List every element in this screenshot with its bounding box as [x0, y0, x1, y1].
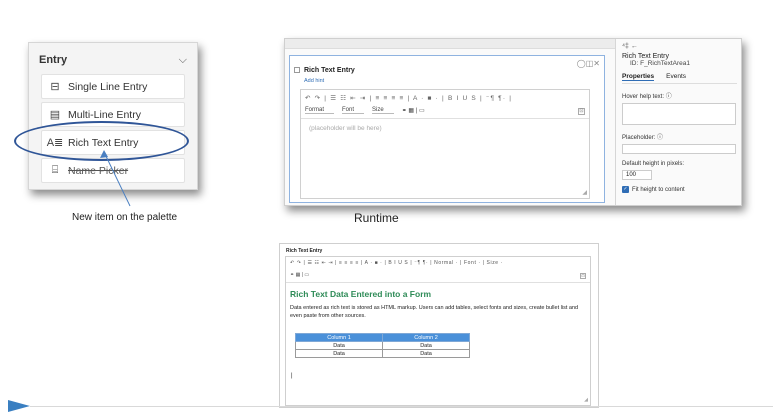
- add-hint-link[interactable]: Add hint: [304, 78, 324, 84]
- table-header-cell: Column 1: [295, 333, 383, 342]
- palette-caption: New item on the palette: [72, 212, 178, 223]
- placeholder-input[interactable]: [622, 144, 736, 154]
- resize-grip-icon[interactable]: ◢: [582, 189, 587, 196]
- table-cell: Data: [382, 349, 470, 358]
- placeholder-label: Placeholder: ⓘ: [622, 135, 664, 141]
- slide-triangle-icon: [8, 400, 30, 412]
- back-icon[interactable]: ⁴‡ ←: [622, 43, 737, 50]
- fit-height-option[interactable]: ✓ Fit height to content: [622, 186, 737, 193]
- slide-footer-line: [30, 406, 773, 407]
- rich-text-design-control[interactable]: ◯◫✕ Rich Text Entry Add hint ↶ ↷ | ☰ ☷ ⇤…: [289, 55, 605, 203]
- size-dropdown[interactable]: Size: [372, 107, 394, 114]
- text-cursor: |: [291, 373, 293, 379]
- runtime-toolbar-row2[interactable]: ⚭ ▦ | ▭: [290, 272, 309, 278]
- palette-item-name-picker[interactable]: ⌸ Name Picker: [41, 158, 185, 183]
- font-dropdown[interactable]: Font: [342, 107, 365, 114]
- expand-icon[interactable]: ⊡: [580, 273, 586, 279]
- designer-window: ◯◫✕ Rich Text Entry Add hint ↶ ↷ | ☰ ☷ ⇤…: [284, 38, 742, 206]
- properties-tabs: Properties Events: [622, 73, 737, 84]
- properties-title: Rich Text Entry: [622, 53, 669, 60]
- resize-grip-icon[interactable]: ◢: [584, 397, 588, 403]
- palette-item-single-line-entry[interactable]: ⊟ Single Line Entry: [41, 74, 185, 99]
- palette-item-label: Name Picker: [68, 164, 129, 177]
- expand-icon[interactable]: ⊡: [578, 108, 585, 115]
- multi-line-entry-icon: ▤: [49, 109, 61, 121]
- canvas-ruler: [285, 39, 615, 49]
- table-row: Data Data: [295, 341, 470, 350]
- editor-toolbar-row2: Format Font Size ⚭ ▦ | ▭: [305, 107, 425, 114]
- properties-id: ID: F_RichTextArea1: [630, 60, 690, 67]
- runtime-label: Runtime: [354, 211, 399, 225]
- default-height-input[interactable]: 100: [622, 170, 652, 180]
- runtime-rich-text-editor[interactable]: ↶ ↷ | ☰ ☷ ⇤ ⇥ | ≡ ≡ ≡ ≡ | A · ■ · | B I …: [285, 256, 591, 406]
- fit-height-label: Fit height to content: [632, 186, 685, 193]
- link-table-image-icons[interactable]: ⚭ ▦ | ▭: [402, 107, 425, 114]
- runtime-toolbar-icons[interactable]: ↶ ↷ | ☰ ☷ ⇤ ⇥ | ≡ ≡ ≡ ≡ | A · ■ · | B I …: [290, 260, 503, 266]
- control-select-checkbox[interactable]: [294, 67, 300, 73]
- editor-toolbar-icons[interactable]: ↶ ↷ | ☰ ☷ ⇤ ⇥ | ≡ ≡ ≡ ≡ | A · ■ · | B I …: [305, 94, 512, 102]
- hover-help-textarea[interactable]: [622, 103, 736, 125]
- tab-events[interactable]: Events: [666, 73, 686, 81]
- entry-palette: Entry ⌵ ⊟ Single Line Entry ▤ Multi-Line…: [28, 42, 198, 190]
- table-header-cell: Column 2: [382, 333, 470, 342]
- table-header-row: Column 1 Column 2: [295, 333, 470, 342]
- design-field-label: Rich Text Entry: [304, 67, 355, 74]
- runtime-window: Rich Text Entry ↶ ↷ | ☰ ☷ ⇤ ⇥ | ≡ ≡ ≡ ≡ …: [279, 243, 599, 408]
- tab-properties[interactable]: Properties: [622, 73, 655, 81]
- single-line-entry-icon: ⊟: [50, 81, 60, 93]
- palette-title: Entry: [39, 54, 68, 66]
- checkbox-checked-icon[interactable]: ✓: [622, 186, 629, 193]
- control-actions-icon[interactable]: ◯◫✕: [577, 59, 600, 68]
- runtime-content-paragraph: Data entered as rich text is stored as H…: [290, 305, 579, 319]
- table-cell: Data: [382, 341, 470, 350]
- table-cell: Data: [295, 349, 383, 358]
- rich-text-editor-preview: ↶ ↷ | ☰ ☷ ⇤ ⇥ | ≡ ≡ ≡ ≡ | A · ■ · | B I …: [300, 89, 590, 199]
- hover-help-label: Hover help text: ⓘ: [622, 94, 672, 100]
- highlight-ellipse: [14, 121, 189, 161]
- table-cell: Data: [295, 341, 383, 350]
- name-picker-icon: ⌸: [51, 164, 59, 176]
- toolbar-divider: [301, 118, 589, 119]
- palette-header[interactable]: Entry ⌵: [29, 43, 197, 77]
- format-dropdown[interactable]: Format: [305, 107, 335, 114]
- table-row: Data Data: [295, 349, 470, 358]
- palette-item-label: Single Line Entry: [68, 80, 148, 93]
- toolbar-divider: [286, 282, 590, 283]
- runtime-field-label: Rich Text Entry: [286, 248, 323, 254]
- design-canvas: ◯◫✕ Rich Text Entry Add hint ↶ ↷ | ☰ ☷ ⇤…: [285, 39, 615, 205]
- properties-panel: ⁴‡ ← Rich Text Entry ID: F_RichTextArea1…: [615, 39, 741, 205]
- runtime-content-table: Column 1 Column 2 Data Data Data Data: [295, 333, 470, 358]
- default-height-label: Default height in pixels:: [622, 161, 685, 167]
- chevron-down-icon[interactable]: ⌵: [179, 54, 187, 67]
- runtime-content-heading: Rich Text Data Entered into a Form: [290, 289, 432, 299]
- palette-item-label: Multi-Line Entry: [68, 108, 141, 121]
- editor-placeholder: (placeholder will be here): [309, 125, 382, 132]
